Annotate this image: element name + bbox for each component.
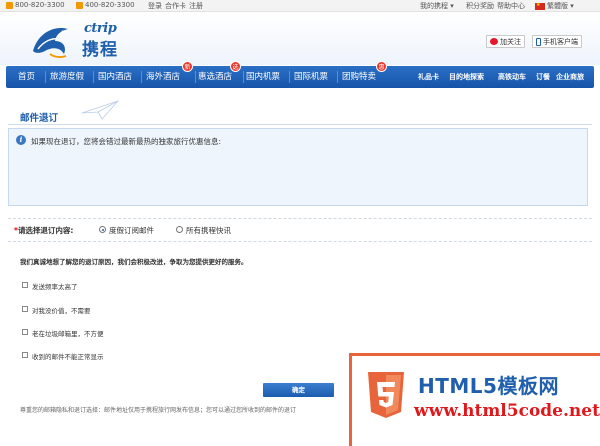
dolphin-logo-icon bbox=[33, 27, 68, 58]
nav-divider bbox=[45, 71, 46, 83]
watermark-url: www.html5code.net bbox=[414, 401, 600, 421]
mobile-phone-icon bbox=[536, 37, 541, 46]
html5-shield-logo bbox=[368, 372, 404, 418]
phone-icon bbox=[6, 1, 13, 9]
register-link[interactable]: 注册 bbox=[189, 1, 203, 11]
phone-2: 400-820-3300 bbox=[76, 1, 135, 9]
weibo-follow-button[interactable]: 加关注 bbox=[486, 35, 525, 48]
nav-gift-card[interactable]: 礼品卡 bbox=[418, 66, 439, 88]
mobile-app-button[interactable]: 手机客户端 bbox=[532, 35, 582, 48]
nav-home[interactable]: 首页 bbox=[18, 66, 35, 88]
nav-destination[interactable]: 目的地探索 bbox=[449, 66, 484, 88]
radio-vacation-emails[interactable] bbox=[99, 226, 106, 233]
nav-select-hotels[interactable]: 惠选酒店 bbox=[198, 66, 232, 88]
reason-checkbox-4[interactable] bbox=[22, 352, 28, 358]
nav-vacation[interactable]: 旅游度假 bbox=[50, 66, 84, 88]
nav-divider bbox=[337, 71, 338, 83]
reason-label-3[interactable]: 老在垃圾邮箱里，不方便 bbox=[32, 328, 104, 338]
reason-checkbox-3[interactable] bbox=[22, 329, 28, 335]
confirm-button[interactable]: 确定 bbox=[263, 383, 334, 397]
paper-plane-icon bbox=[81, 100, 120, 120]
ctrip-logo[interactable]: ctrip 携程 bbox=[30, 19, 140, 63]
reason-label-1[interactable]: 发送频率太高了 bbox=[32, 281, 78, 291]
reason-checkbox-1[interactable] bbox=[22, 282, 28, 288]
unsubscribe-options: *请选择退订内容: 度假订阅邮件 所有携程快讯 bbox=[8, 218, 592, 242]
nav-international-flights[interactable]: 国际机票 bbox=[294, 66, 328, 88]
nav-divider bbox=[141, 71, 142, 83]
info-icon: i bbox=[16, 135, 26, 145]
radio-vacation-emails-label[interactable]: 度假订阅邮件 bbox=[109, 225, 154, 236]
nav-domestic-hotels[interactable]: 国内酒店 bbox=[98, 66, 132, 88]
language-switch[interactable]: 繁體版 ▾ bbox=[535, 1, 574, 11]
top-utility-bar: 800-820-3300 400-820-3300 登录 合作卡 注册 我的携程… bbox=[0, 0, 600, 12]
reason-label-2[interactable]: 对我没价值，不需要 bbox=[32, 305, 91, 315]
radio-all-newsletters[interactable] bbox=[176, 226, 183, 233]
nav-divider bbox=[93, 71, 94, 83]
nav-domestic-flights[interactable]: 国内机票 bbox=[246, 66, 280, 88]
option-label: *请选择退订内容: bbox=[14, 226, 74, 235]
chevron-down-icon: ▾ bbox=[450, 2, 454, 10]
reason-checkbox-2[interactable] bbox=[22, 306, 28, 312]
logo-text-en: ctrip bbox=[84, 21, 117, 36]
chevron-down-icon: ▾ bbox=[570, 2, 574, 10]
watermark-title: HTML5模板网 bbox=[418, 374, 559, 398]
select-badge: 选 bbox=[230, 61, 241, 72]
nav-divider bbox=[289, 71, 290, 83]
partner-card-link[interactable]: 合作卡 bbox=[165, 1, 186, 11]
points-link[interactable]: 积分奖励 bbox=[466, 1, 494, 11]
nav-business-travel[interactable]: 企业商旅 bbox=[556, 66, 584, 88]
title-divider bbox=[8, 124, 592, 125]
watermark: HTML5模板网 www.html5code.net bbox=[349, 353, 600, 446]
site-header: ctrip 携程 加关注 手机客户端 bbox=[0, 13, 600, 65]
logo-text-cn: 携程 bbox=[82, 40, 118, 60]
nav-divider bbox=[195, 71, 196, 83]
reason-intro: 我们真诚地想了解您的退订原因，我们会积极改进，争取为您提供更好的服务。 bbox=[20, 258, 248, 266]
new-badge: 新 bbox=[182, 61, 193, 72]
nav-overseas-hotels[interactable]: 海外酒店 bbox=[146, 66, 180, 88]
phone-icon bbox=[76, 1, 83, 9]
info-panel: i 如果现在退订，您将会错过最新最热的独家旅行优惠信息: bbox=[8, 128, 588, 206]
help-link[interactable]: 帮助中心 bbox=[497, 1, 525, 11]
radio-all-newsletters-label[interactable]: 所有携程快讯 bbox=[186, 225, 231, 236]
main-nav: 首页 旅游度假 国内酒店 海外酒店 新 惠选酒店 选 国内机票 国际机票 团购特… bbox=[6, 61, 594, 88]
reason-label-4[interactable]: 收到的邮件不能正常显示 bbox=[32, 351, 104, 361]
privacy-note: 尊重您的邮箱隐私和退订选择：邮件地址仅用于携程旅行网发布信息；您可以通过您所收到… bbox=[20, 407, 297, 414]
nav-dining[interactable]: 订餐 bbox=[536, 66, 550, 88]
nav-group-deals[interactable]: 团购特卖 bbox=[342, 66, 376, 88]
info-text: 如果现在退订，您将会错过最新最热的独家旅行优惠信息: bbox=[31, 137, 222, 146]
china-flag-icon bbox=[535, 2, 545, 10]
weibo-icon bbox=[490, 38, 498, 45]
nav-divider bbox=[243, 71, 244, 83]
phone-1: 800-820-3300 bbox=[6, 1, 65, 9]
nav-high-speed-rail[interactable]: 高铁动车 bbox=[498, 66, 526, 88]
page-title: 邮件退订 bbox=[20, 113, 59, 124]
deal-badge: 惠 bbox=[376, 61, 387, 72]
login-link[interactable]: 登录 bbox=[148, 1, 162, 11]
my-ctrip-link[interactable]: 我的携程 ▾ bbox=[420, 1, 454, 11]
